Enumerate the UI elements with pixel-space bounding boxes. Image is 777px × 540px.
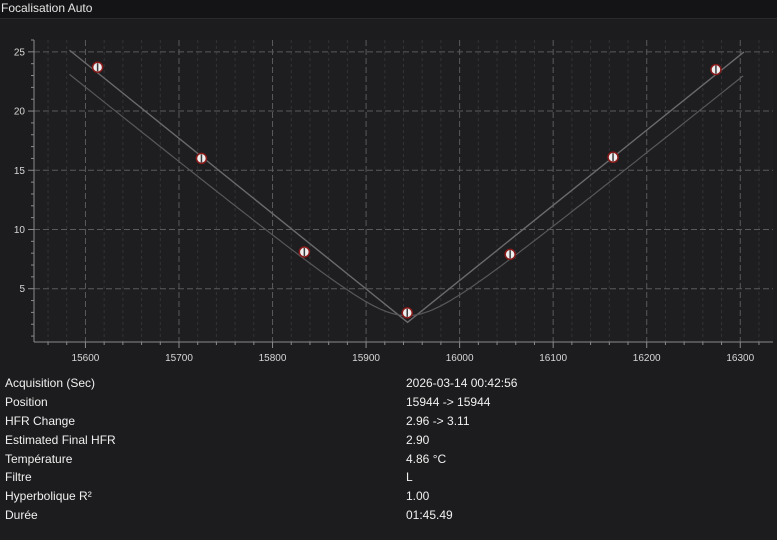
- detail-label: Acquisition (Sec): [5, 376, 96, 390]
- detail-label: Hyperbolique R²: [5, 489, 92, 504]
- focus-curve-chart: 5 10 15 20 25 15600 15700 15800 15900 16000 16100 1…: [0, 26, 777, 370]
- detail-label: Position: [5, 394, 48, 409]
- detail-value: 4.86 °C: [406, 451, 447, 466]
- detail-label: Température: [5, 451, 73, 466]
- y-tick-label: 15: [14, 166, 26, 177]
- detail-row-estimated-hfr: Estimated Final HFR 2.90: [0, 433, 777, 452]
- detail-row-filter: Filtre L: [0, 470, 777, 489]
- window-title: Focalisation Auto: [1, 1, 93, 15]
- detail-row-r-squared: Hyperbolique R² 1.00: [0, 489, 777, 508]
- chart-svg: 5 10 15 20 25 15600 15700 15800 15900 16000 16100 1…: [14, 39, 773, 364]
- title-bar: Focalisation Auto: [0, 0, 777, 19]
- y-tick-label: 5: [19, 284, 25, 295]
- x-tick-label: 15800: [259, 353, 287, 364]
- detail-value: 15944 -> 15944: [406, 394, 491, 409]
- details-panel: Acquisition (Sec) 2026-03-14 00:42:56 Po…: [0, 376, 777, 527]
- detail-row-hfr-change: HFR Change 2.96 -> 3.11: [0, 414, 777, 433]
- x-tick-label: 16300: [726, 353, 754, 364]
- detail-row-duration: Durée 01:45.49: [0, 508, 777, 527]
- detail-value: 2026-03-14 00:42:56: [406, 376, 518, 390]
- detail-row-temperature: Température 4.86 °C: [0, 452, 777, 471]
- detail-label: Durée: [5, 508, 38, 523]
- x-tick-label: 16100: [539, 353, 567, 364]
- y-tick-label: 25: [14, 47, 26, 58]
- detail-row-acquisition: Acquisition (Sec) 2026-03-14 00:42:56: [0, 376, 777, 395]
- detail-value: L: [406, 470, 413, 485]
- detail-value: 2.96 -> 3.11: [406, 413, 470, 428]
- detail-row-position: Position 15944 -> 15944: [0, 395, 777, 414]
- x-tick-label: 16000: [446, 353, 474, 364]
- detail-label: Estimated Final HFR: [5, 432, 116, 447]
- detail-label: HFR Change: [5, 413, 76, 428]
- detail-value: 01:45.49: [406, 508, 453, 523]
- y-tick-label: 10: [14, 225, 26, 236]
- x-tick-label: 15600: [72, 353, 100, 364]
- detail-value: 2.90: [406, 432, 430, 447]
- y-tick-label: 20: [14, 107, 26, 118]
- x-tick-label: 15700: [165, 353, 193, 364]
- detail-label: Filtre: [5, 470, 32, 485]
- x-tick-label: 16200: [633, 353, 661, 364]
- detail-value: 1.00: [406, 489, 430, 504]
- x-tick-label: 15900: [352, 353, 380, 364]
